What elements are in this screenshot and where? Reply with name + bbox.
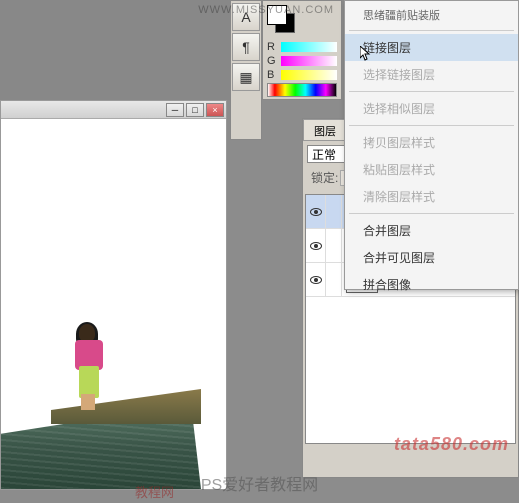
menu-paste-layer-style: 粘贴图层样式	[345, 156, 518, 183]
menu-merge-layers[interactable]: 合并图层	[345, 217, 518, 244]
document-window: ─ □ ×	[0, 100, 227, 490]
cutout-image	[1, 289, 226, 489]
menu-flatten-image[interactable]: 拼合图像	[345, 271, 518, 298]
eye-icon	[310, 208, 322, 216]
paragraph-tool-icon[interactable]: ¶	[232, 33, 260, 61]
b-slider[interactable]	[281, 70, 337, 80]
document-canvas[interactable]	[1, 119, 226, 489]
color-spectrum[interactable]	[267, 83, 337, 97]
link-cell[interactable]	[326, 195, 342, 228]
link-cell[interactable]	[326, 229, 342, 262]
tab-layers[interactable]: 图层	[303, 119, 347, 140]
r-slider[interactable]	[281, 42, 337, 52]
menu-title: 思绪疆前贴装版	[345, 3, 518, 27]
menu-link-layers[interactable]: 链接图层	[345, 34, 518, 61]
eye-icon	[310, 276, 322, 284]
document-titlebar: ─ □ ×	[1, 101, 226, 119]
menu-select-similar: 选择相似图层	[345, 95, 518, 122]
watermark-bottom-right: tata580.com	[394, 434, 509, 455]
layer-context-menu: 思绪疆前贴装版 链接图层 选择链接图层 选择相似图层 拷贝图层样式 粘贴图层样式…	[344, 0, 519, 290]
visibility-toggle[interactable]	[306, 229, 326, 262]
g-slider[interactable]	[281, 56, 337, 66]
lock-label: 锁定:	[311, 169, 338, 186]
tool-column: A ¶ ▦	[230, 0, 262, 140]
panel-toggle-icon[interactable]: ▦	[232, 63, 260, 91]
close-button[interactable]: ×	[206, 103, 224, 117]
menu-clear-layer-style: 清除图层样式	[345, 183, 518, 210]
maximize-button[interactable]: □	[186, 103, 204, 117]
watermark-top: WWW.MISSYUAN.COM	[198, 4, 334, 16]
minimize-button[interactable]: ─	[166, 103, 184, 117]
watermark-bottom-left: 教程网	[135, 482, 174, 501]
blend-mode-value: 正常	[312, 146, 336, 163]
menu-copy-layer-style: 拷贝图层样式	[345, 129, 518, 156]
visibility-toggle[interactable]	[306, 263, 326, 296]
g-label: G	[267, 55, 277, 67]
b-label: B	[267, 69, 277, 81]
link-cell[interactable]	[326, 263, 342, 296]
eye-icon	[310, 242, 322, 250]
visibility-toggle[interactable]	[306, 195, 326, 228]
watermark-bottom-center: PS爱好者教程网	[201, 471, 318, 495]
menu-select-linked: 选择链接图层	[345, 61, 518, 88]
menu-merge-visible[interactable]: 合并可见图层	[345, 244, 518, 271]
r-label: R	[267, 41, 277, 53]
